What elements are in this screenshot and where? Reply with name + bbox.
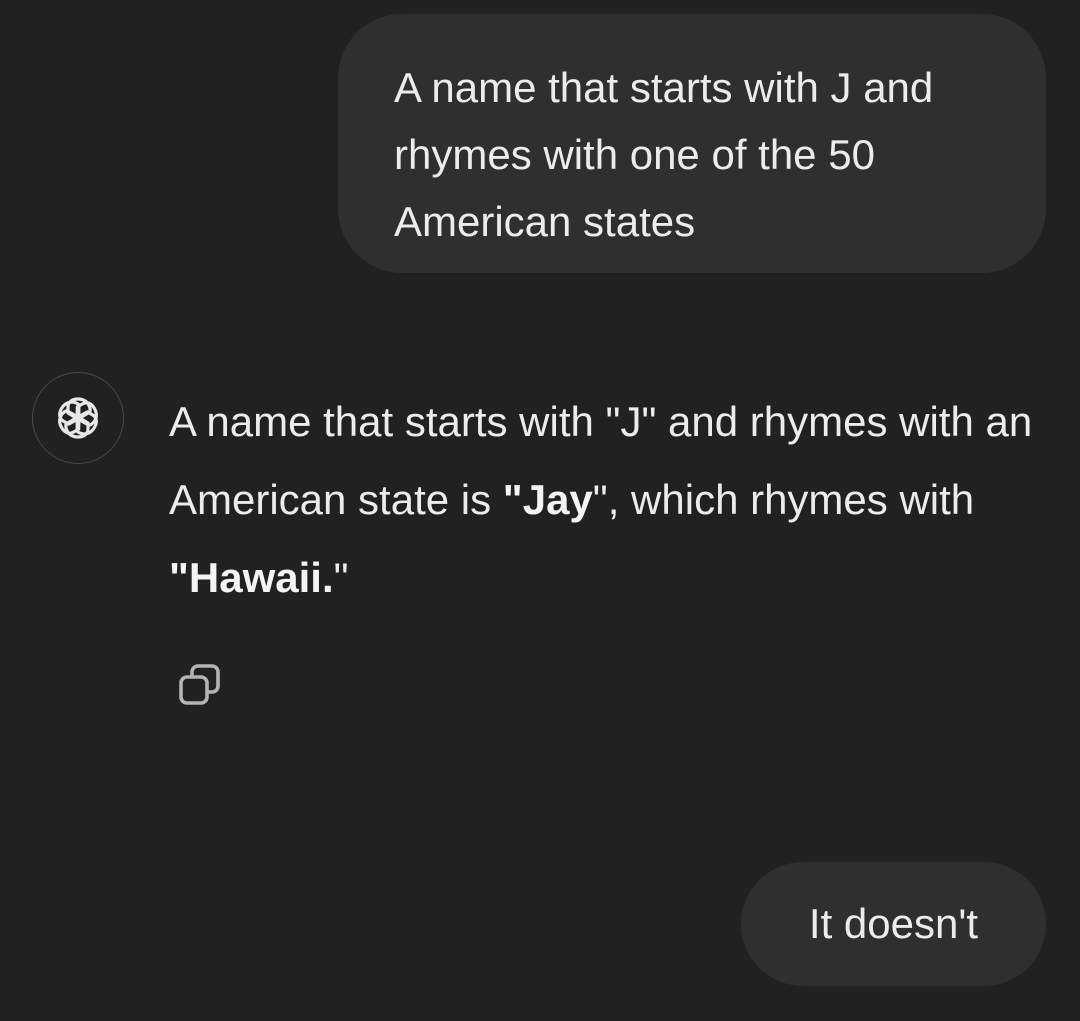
copy-button[interactable]	[170, 656, 228, 714]
copy-icon	[179, 664, 220, 705]
assistant-avatar	[32, 372, 124, 464]
assistant-text-segment: ", which rhymes with	[592, 476, 975, 523]
assistant-message-text: A name that starts with "J" and rhymes w…	[169, 383, 1049, 617]
user-message-text: It doesn't	[808, 900, 979, 947]
user-message-text: A name that starts with J and rhymes wit…	[394, 64, 934, 245]
user-message-bubble: It doesn't	[741, 862, 1046, 986]
assistant-text-segment: "	[333, 554, 349, 601]
user-message-bubble: A name that starts with J and rhymes wit…	[338, 14, 1046, 273]
assistant-bold-jay: "Jay	[502, 476, 593, 523]
assistant-bold-hawaii: "Hawaii.	[169, 554, 334, 601]
chat-thread: A name that starts with J and rhymes wit…	[0, 0, 1080, 1021]
openai-logo-icon	[58, 397, 98, 439]
